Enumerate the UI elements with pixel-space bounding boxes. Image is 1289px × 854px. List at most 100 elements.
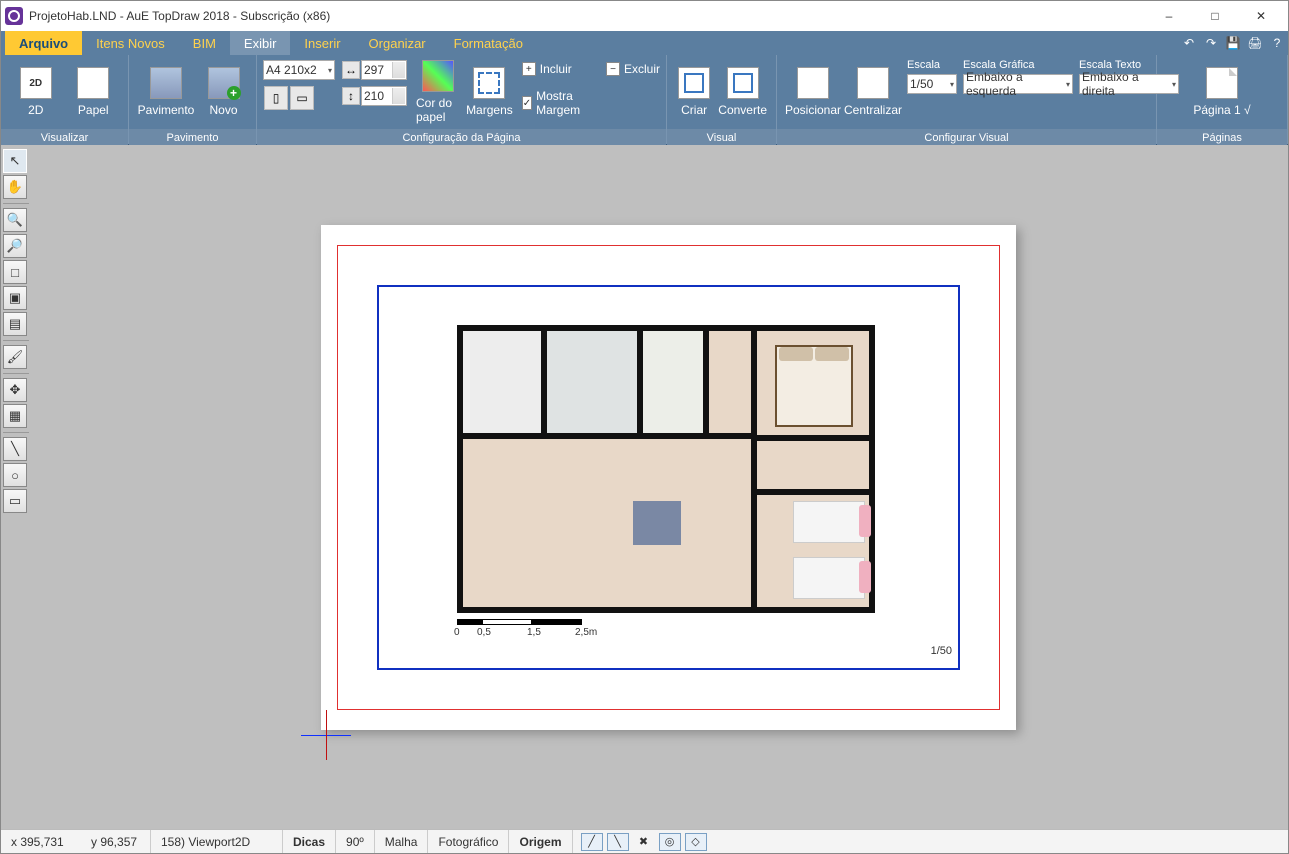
cor-do-papel-label: Cor do papel [416,96,460,124]
snap-center-button[interactable]: ◎ [659,833,681,851]
view-2d-label: 2D [28,103,43,117]
save-icon[interactable]: 💾 [1224,34,1242,52]
crosshair-cursor [301,710,351,760]
redo-icon[interactable]: ↷ [1202,34,1220,52]
excluir-button[interactable]: − Excluir [606,62,660,76]
zoom-out-tool[interactable]: 🔎 [3,234,27,258]
dim-height-icon: ↕ [342,87,360,105]
close-button[interactable]: ✕ [1238,2,1284,30]
papel-label: Papel [78,103,109,117]
rect-tool[interactable]: ▭ [3,489,27,513]
pagina1-label: Página 1 √ [1193,103,1250,117]
novo-pavimento-button[interactable]: Novo [199,59,248,125]
zoom-extents-tool[interactable]: ▤ [3,312,27,336]
snap-node-button[interactable]: ◇ [685,833,707,851]
help-icon[interactable]: ? [1268,34,1286,52]
snap-midpoint-button[interactable]: ╲ [607,833,629,851]
excluir-label: Excluir [624,62,660,76]
window-title: ProjetoHab.LND - AuE TopDraw 2018 - Subs… [29,9,1146,23]
layer-indicator[interactable]: 158) Viewport2D [151,830,283,853]
posicionar-label: Posicionar [785,103,841,117]
drawing-canvas[interactable]: 0 0,5 1,5 2,5m 1/50 [31,145,1288,829]
pagina1-button[interactable]: Página 1 √ [1190,59,1254,125]
posicionar-button[interactable]: Posicionar [785,59,841,125]
graphic-scale: 0 0,5 1,5 2,5m [457,619,657,637]
zoom-in-tool[interactable]: 🔍 [3,208,27,232]
scale-t0: 0 [454,627,460,638]
plus-icon: + [522,62,536,76]
grid-tool[interactable]: ▦ [3,404,27,428]
tab-exibir[interactable]: Exibir [230,31,291,55]
scale-t3: 2,5m [575,627,597,638]
cor-do-papel-button[interactable]: Cor do papel [415,59,461,125]
check-icon: ✓ [522,96,532,110]
angle-indicator[interactable]: 90º [336,830,375,853]
tab-itens-novos[interactable]: Itens Novos [82,31,179,55]
novo-label: Novo [209,103,237,117]
minus-icon: − [606,62,620,76]
tab-bim[interactable]: BIM [179,31,230,55]
criar-label: Criar [681,103,707,117]
tab-arquivo[interactable]: Arquivo [5,31,82,55]
floorplan [457,325,875,613]
escala-grafica-dropdown[interactable]: Embaixo a esquerda▾ [963,74,1073,94]
undo-icon[interactable]: ↶ [1180,34,1198,52]
margens-button[interactable]: Margens [465,59,514,125]
pan-tool[interactable]: ✋ [3,175,27,199]
margens-label: Margens [466,103,513,117]
paper-size-dropdown[interactable]: A4 210x2▾ [263,60,335,80]
malha-button[interactable]: Malha [375,830,429,853]
incluir-button[interactable]: + Incluir [522,62,592,76]
converte-label: Converte [718,103,767,117]
centralizar-label: Centralizar [844,103,902,117]
scale-t2: 1,5 [527,627,541,638]
zoom-fit-tool[interactable]: □ [3,260,27,284]
line-tool[interactable]: ╲ [3,437,27,461]
status-bar: x 395,731 y 96,357 158) Viewport2D Dicas… [1,829,1288,853]
mostra-margem-label: Mostra Margem [536,89,592,117]
circle-tool[interactable]: ○ [3,463,27,487]
pavimento-button[interactable]: Pavimento [137,59,195,125]
print-icon[interactable]: 🖨 [1246,34,1264,52]
coord-y: y 96,357 [81,830,151,853]
paper-sheet: 0 0,5 1,5 2,5m 1/50 [321,225,1016,730]
menu-bar: Arquivo Itens Novos BIM Exibir Inserir O… [1,31,1288,55]
page-height-input[interactable]: 210 [361,86,407,106]
coord-x: x 395,731 [1,830,81,853]
paper-size-value: A4 210x2 [266,63,317,77]
orientation-portrait-button[interactable]: ▯ [264,86,288,110]
pavimento-label: Pavimento [138,103,195,117]
converte-button[interactable]: Converte [717,59,768,125]
escala-label: Escala [907,59,957,71]
orientation-landscape-button[interactable]: ▭ [290,86,314,110]
scale-t1: 0,5 [477,627,491,638]
maximize-button[interactable]: □ [1192,2,1238,30]
papel-button[interactable]: Papel [67,59,121,125]
mostra-margem-checkbox[interactable]: ✓ Mostra Margem [522,89,592,117]
tool-palette: ↖ ✋ 🔍 🔎 □ ▣ ▤ 🖌 ✥ ▦ ╲ ○ ▭ [1,145,31,829]
view-2d-button[interactable]: 2D 2D [9,59,63,125]
snap-intersection-button[interactable]: ✖ [633,833,655,851]
move-tool[interactable]: ✥ [3,378,27,402]
zoom-window-tool[interactable]: ▣ [3,286,27,310]
scale-ratio: 1/50 [931,645,952,657]
escala-dropdown[interactable]: 1/50▾ [907,74,957,94]
select-tool[interactable]: ↖ [3,149,27,173]
escala-value: 1/50 [910,77,933,91]
dicas-button[interactable]: Dicas [283,830,336,853]
snap-endpoint-button[interactable]: ╱ [581,833,603,851]
page-width-input[interactable]: 297 [361,60,407,80]
minimize-button[interactable]: – [1146,2,1192,30]
centralizar-button[interactable]: Centralizar [845,59,901,125]
fotografico-button[interactable]: Fotográfico [428,830,509,853]
ribbon: 2D 2D Papel Visualizar Pavimento Novo Pa… [1,55,1288,145]
tab-formatacao[interactable]: Formatação [440,31,537,55]
app-icon [5,7,23,25]
tab-organizar[interactable]: Organizar [355,31,440,55]
eyedropper-tool[interactable]: 🖌 [3,345,27,369]
dim-width-icon: ↔ [342,61,360,79]
tab-inserir[interactable]: Inserir [290,31,354,55]
incluir-label: Incluir [540,62,572,76]
criar-button[interactable]: Criar [675,59,713,125]
origem-button[interactable]: Origem [509,830,572,853]
